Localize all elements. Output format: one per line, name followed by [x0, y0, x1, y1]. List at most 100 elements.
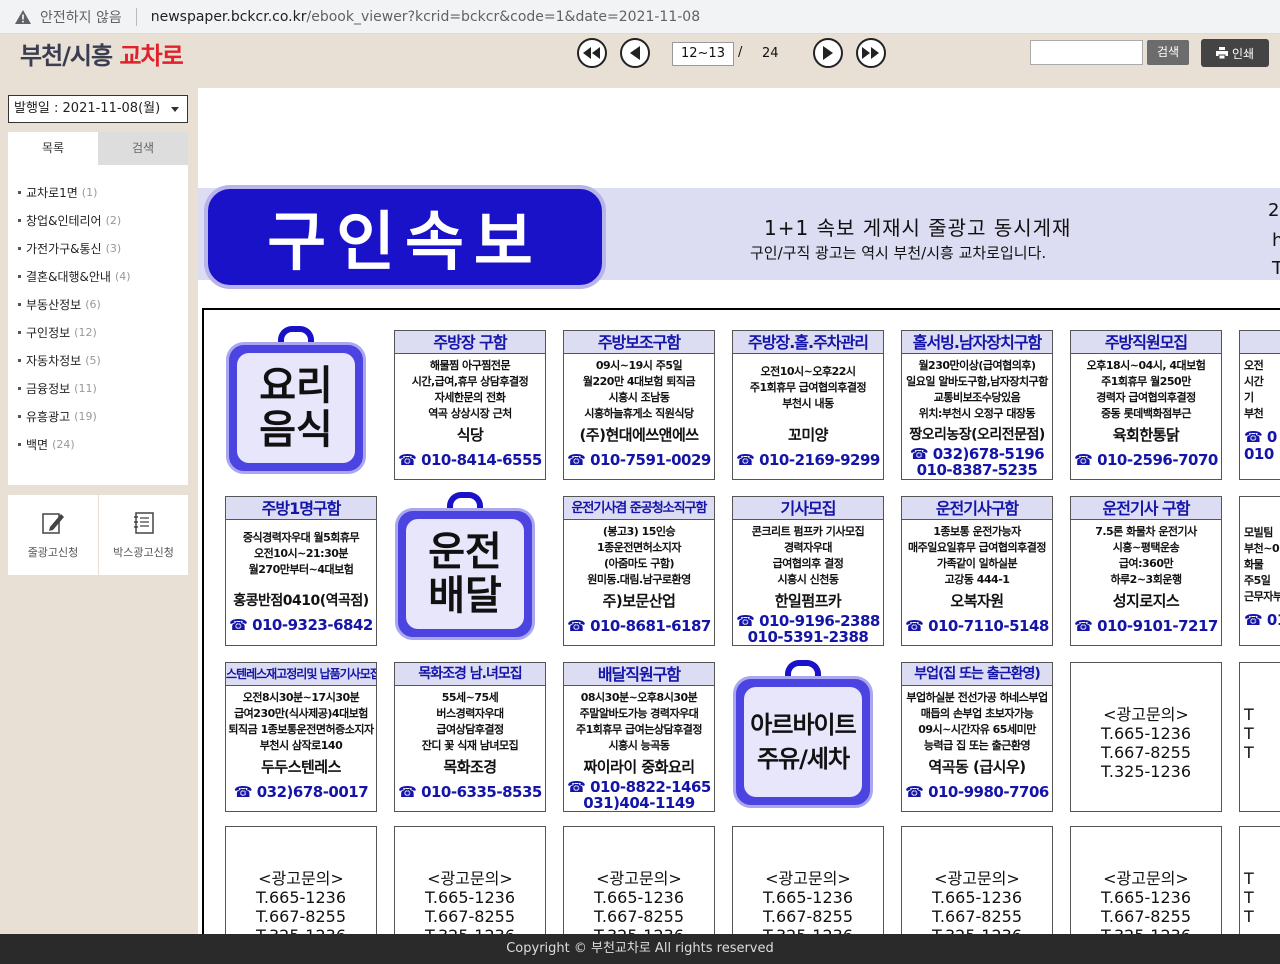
ad-body: 모빌팀 부천~0 화물 주5일 근무자부 — [1240, 497, 1280, 605]
ad-phone-2: 010-5391-2388 — [747, 628, 869, 646]
ad-box[interactable]: 주방1명구함 중식경력자우대 월5회휴무 오전10시~21:30분 월270만부터~… — [225, 496, 377, 646]
category-count: (3) — [105, 241, 122, 255]
category-item[interactable]: 금융정보 (11) — [8, 374, 188, 402]
ad-inquiry-box[interactable]: <광고문의> T.665-1236 T.667-8255 T.325-1236 — [394, 826, 546, 934]
url-host[interactable]: newspaper.bckcr.co.kr — [151, 9, 307, 25]
inquiry-heading: <광고문의> — [427, 869, 513, 888]
prev-page-button[interactable] — [620, 38, 650, 68]
category-item[interactable]: 부동산정보 (6) — [8, 290, 188, 318]
ad-inquiry-box[interactable]: <광고문의> T.665-1236 T.667-8255 T.325-1236 — [563, 826, 715, 934]
ad-phone: ☎ 010-9323-6842 — [229, 616, 373, 634]
inquiry-line: T.667-8255 — [1101, 907, 1191, 926]
ad-box[interactable]: 운전기사구함 1종보통 운전가능자 매주일요일휴무 급여협의후결정 가족같이 일하실… — [901, 496, 1053, 646]
ad-inquiry-box-partial[interactable]: T T T — [1239, 662, 1280, 812]
ad-box[interactable]: 기사모집 콘크리트 펌프카 기사모집 경력자우대 급여협의후 결정 시흥시 신천동 한… — [732, 496, 884, 646]
ad-line: 오전10시~21:30분 — [253, 547, 349, 560]
ad-inquiry-box-partial[interactable]: T T T — [1239, 826, 1280, 934]
ad-body: 중식경력자우대 월5회휴무 오전10시~21:30분 월270만부터~4대보험 — [226, 520, 376, 578]
ad-line: 시흥시 능곡동 — [608, 739, 670, 752]
ad-box[interactable]: 주방장 구함 해물찜 아구찜전문 시간,급여,휴무 상담후결정 자세한문의 전화 역곡… — [394, 330, 546, 480]
category-item[interactable]: 가전가구&통신 (3) — [8, 234, 188, 262]
category-item[interactable]: 교차로1면 (1) — [8, 178, 188, 206]
ad-line: 시간 — [1244, 375, 1264, 388]
last-page-button[interactable] — [856, 38, 886, 68]
inquiry-line: T.667-8255 — [763, 907, 853, 926]
ad-box[interactable]: 부업(집 또는 출근환영) 부업하실분 전선가공 하네스부업 매듭의 손부업 초보… — [901, 662, 1053, 812]
tab-search[interactable]: 검색 — [98, 132, 188, 165]
ad-inquiry-box[interactable]: <광고문의> T.665-1236 T.667-8255 T.325-1236 — [225, 826, 377, 934]
ad-line: 경력자우대 — [783, 541, 833, 554]
line-ad-button[interactable]: 줄광고신청 — [8, 495, 98, 575]
ad-line: 시간,급여,휴무 상담후결정 — [411, 375, 529, 388]
logo[interactable]: 부천/시흥 교차로 — [20, 36, 184, 71]
ad-box[interactable]: 주방보조구함 09시~19시 주5일 월220만 4대보험 퇴직금 시흥시 조남동 시… — [563, 330, 715, 480]
ad-box[interactable]: 배달직원구함 08시30분~오후8시30분 주말알바도가능 경력자우대 주1회휴무 … — [563, 662, 715, 812]
ad-phone: ☎ 010-9980-7706 — [905, 783, 1049, 801]
bullet-icon — [18, 302, 21, 306]
ad-box[interactable]: 홀서빙.남자장치구함 월230만이상(급여협의후) 일요일 알바도구함,남자장치구… — [901, 330, 1053, 480]
first-page-button[interactable] — [577, 38, 607, 68]
category-item[interactable]: 자동차정보 (5) — [8, 346, 188, 374]
bullet-icon — [18, 442, 21, 446]
category-count: (24) — [52, 437, 75, 451]
ad-title: 부업(집 또는 출근환영) — [902, 663, 1052, 686]
box-ad-label: 박스광고신청 — [113, 546, 174, 559]
ad-inquiry-box[interactable]: <광고문의> T.665-1236 T.667-8255 T.325-1236 — [1070, 826, 1222, 934]
box-ad-button[interactable]: 박스광고신청 — [98, 495, 188, 575]
search-button[interactable]: 검색 — [1147, 40, 1189, 65]
ad-box[interactable]: 운전기사겸 준공청소직구함 (봉고3) 15인승 1종운전면허소지자 (아줌마도 구… — [563, 496, 715, 646]
inquiry-line: T.665-1236 — [1101, 724, 1191, 743]
category-item[interactable]: 구인정보 (12) — [8, 318, 188, 346]
category-label: 자동차정보 — [26, 353, 82, 368]
category-count: (4) — [114, 269, 131, 283]
ad-line: 55세~75세 — [441, 691, 499, 704]
ad-phone: ☎ 010-6335-8535 — [398, 783, 542, 801]
issue-date-select[interactable]: 발행일 : 2021-11-08(월) — [8, 95, 188, 123]
category-item[interactable]: 유흥광고 (19) — [8, 402, 188, 430]
newspaper-page[interactable]: 구인속보 1+1 속보 게재시 줄광고 동시게재 구인/구직 광고는 역시 부천… — [198, 88, 1280, 934]
ad-inquiry-box[interactable]: <광고문의> T.665-1236 T.667-8255 T.325-1236 — [1070, 662, 1222, 812]
ad-title: 운전기사겸 준공청소직구함 — [564, 497, 714, 520]
inquiry-heading: <광고문의> — [765, 869, 851, 888]
url-path[interactable]: /ebook_viewer?kcrid=bckcr&code=1&date=20… — [307, 9, 701, 25]
category-item[interactable]: 창업&인테리어 (2) — [8, 206, 188, 234]
ad-box[interactable]: 운전기사 구함 7.5론 화물차 운전기사 시흥~평택운송 급여:360만 하루2~3… — [1070, 496, 1222, 646]
category-count: (6) — [85, 297, 101, 311]
ad-line: 잔디 꽃 식재 남녀모집 — [421, 739, 519, 752]
ad-line: 위치:부천시 오정구 대장동 — [918, 407, 1036, 420]
ad-box[interactable]: 스텐레스재고정리및 납품기사모집 오전8시30분~17시30분 급여230만(식사… — [225, 662, 377, 812]
category-label: 결혼&대행&안내 — [26, 269, 111, 284]
category-item[interactable]: 백면 (24) — [8, 430, 188, 458]
ad-box[interactable]: 주방장.홀.주차관리 오전10시~오후22시 주1회휴무 급여협의후결정 부천시 내… — [732, 330, 884, 480]
ad-inquiry-box[interactable]: <광고문의> T.665-1236 T.667-8255 T.325-1236 — [901, 826, 1053, 934]
category-tag-parttime: 아르바이트 주유/세차 — [727, 660, 879, 810]
ad-line: 주1회휴무 급여협의후결정 — [749, 381, 867, 394]
ad-body: (봉고3) 15인승 1종운전면허소지자 (아줌마도 구함) 원미동.대림.남구로환영 — [564, 520, 714, 588]
category-item[interactable]: 결혼&대행&안내 (4) — [8, 262, 188, 290]
category-tag-driving: 운전 배달 — [389, 492, 541, 642]
ad-inquiry-box[interactable]: <광고문의> T.665-1236 T.667-8255 T.325-1236 — [732, 826, 884, 934]
inquiry-line: T.665-1236 — [1101, 888, 1191, 907]
ad-box[interactable]: 목화조경 남.녀모집 55세~75세 버스경력자우대 급여상담후결정 잔디 꽃 식재 … — [394, 662, 546, 812]
ad-box-partial[interactable]: 오전 시간 기 부천 ☎ 0 010 — [1239, 330, 1280, 480]
inquiry-line: T.665-1236 — [763, 888, 853, 907]
ad-line: 가족같이 일하실분 — [936, 557, 1018, 570]
security-label[interactable]: 안전하지 않음 — [40, 7, 122, 27]
category-count: (2) — [105, 213, 122, 227]
ad-line: 월230만이상(급여협의후) — [918, 359, 1036, 372]
ad-line: (봉고3) 15인승 — [602, 525, 676, 538]
ad-phone: ☎ 010-2169-9299 — [736, 451, 880, 469]
ad-line: 주말알바도가능 경력자우대 — [579, 707, 699, 720]
search-input[interactable] — [1030, 40, 1143, 65]
tab-contents[interactable]: 목록 — [8, 132, 98, 165]
ad-line: 중식경력자우대 월5회휴무 — [242, 531, 360, 544]
next-page-button[interactable] — [813, 38, 843, 68]
ad-box-partial[interactable]: 모빌팀부천~0 화물주5일근무자부 ☎ 01 — [1239, 496, 1280, 646]
page-input[interactable]: 12~13 — [672, 42, 734, 66]
address-bar[interactable]: 안전하지 않음 newspaper.bckcr.co.kr/ebook_view… — [0, 0, 1280, 34]
ad-box[interactable]: 주방직원모집 오후18시~04시, 4대보험 주1회휴무 월250만 경력자 급여협… — [1070, 330, 1222, 480]
print-button[interactable]: 인쇄 — [1201, 39, 1269, 67]
bullet-icon — [18, 414, 21, 418]
ad-line: 오후18시~04시, 4대보험 — [1086, 359, 1206, 372]
bullet-icon — [18, 274, 21, 278]
